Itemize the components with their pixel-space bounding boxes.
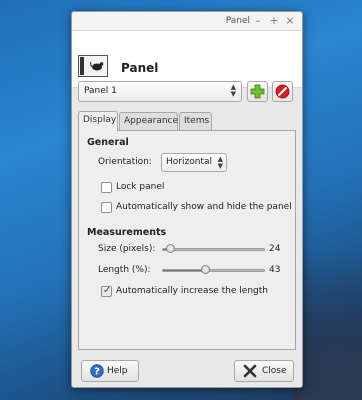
panel-preferences-window: Panel – + × Panel Panel 1 ▲ ▼ Display Ap…: [71, 11, 303, 388]
maximize-button[interactable]: +: [268, 14, 280, 28]
autohide-checkbox[interactable]: [101, 202, 112, 213]
add-plus-icon: [250, 84, 265, 99]
remove-panel-button[interactable]: [272, 81, 293, 102]
minimize-button[interactable]: –: [252, 14, 264, 28]
length-slider[interactable]: [162, 265, 265, 274]
dialog-title: Panel: [121, 61, 159, 75]
auto-increase-checkbox[interactable]: [101, 285, 112, 297]
help-button[interactable]: ? Help: [81, 360, 139, 382]
display-tab-content: General Orientation: Horizontal ▲ ▼ Lock …: [78, 130, 296, 350]
auto-increase-label: Automatically increase the length: [116, 286, 268, 296]
length-slider-handle[interactable]: [201, 265, 210, 274]
orientation-combo[interactable]: Horizontal ▲ ▼: [161, 153, 227, 172]
help-button-label: Help: [107, 366, 128, 376]
lock-panel-checkbox[interactable]: [101, 182, 112, 193]
size-slider-handle[interactable]: [166, 244, 175, 253]
orientation-value: Horizontal: [166, 157, 212, 167]
tab-appearance[interactable]: Appearance: [119, 112, 178, 130]
tab-display-label: Display: [83, 115, 117, 125]
tab-items-label: Items: [184, 116, 210, 126]
length-slider-fill: [163, 270, 206, 271]
help-icon: ?: [90, 364, 104, 378]
panel-preferences-icon: [78, 55, 108, 77]
svg-text:?: ?: [94, 367, 100, 378]
tab-display[interactable]: Display: [78, 111, 118, 131]
panel-select-combo[interactable]: Panel 1 ▲ ▼: [78, 81, 242, 102]
add-panel-button[interactable]: [247, 81, 268, 102]
window-title: Panel: [225, 16, 250, 26]
autohide-label: Automatically show and hide the panel: [116, 202, 292, 212]
length-value: 43: [269, 265, 281, 275]
length-label: Length (%):: [98, 265, 151, 275]
close-button[interactable]: Close: [234, 360, 294, 382]
measurements-heading: Measurements: [87, 227, 167, 238]
size-slider[interactable]: [162, 244, 265, 253]
lock-panel-label: Lock panel: [116, 182, 165, 192]
close-button-label: Close: [262, 366, 287, 376]
updown-arrows-icon: ▲ ▼: [217, 155, 223, 170]
size-value: 24: [269, 244, 281, 254]
size-label: Size (pixels):: [98, 244, 156, 254]
general-heading: General: [87, 137, 129, 148]
orientation-label: Orientation:: [98, 157, 152, 167]
close-window-button[interactable]: ×: [284, 14, 296, 28]
tab-appearance-label: Appearance: [124, 116, 179, 126]
updown-arrows-icon: ▲ ▼: [230, 83, 236, 98]
tab-items[interactable]: Items: [179, 112, 212, 130]
dialog-header: Panel: [72, 31, 302, 88]
close-x-icon: [243, 364, 257, 378]
title-bar: Panel – + ×: [72, 12, 302, 31]
remove-stop-icon: [275, 84, 290, 99]
panel-select-value: Panel 1: [84, 86, 117, 96]
